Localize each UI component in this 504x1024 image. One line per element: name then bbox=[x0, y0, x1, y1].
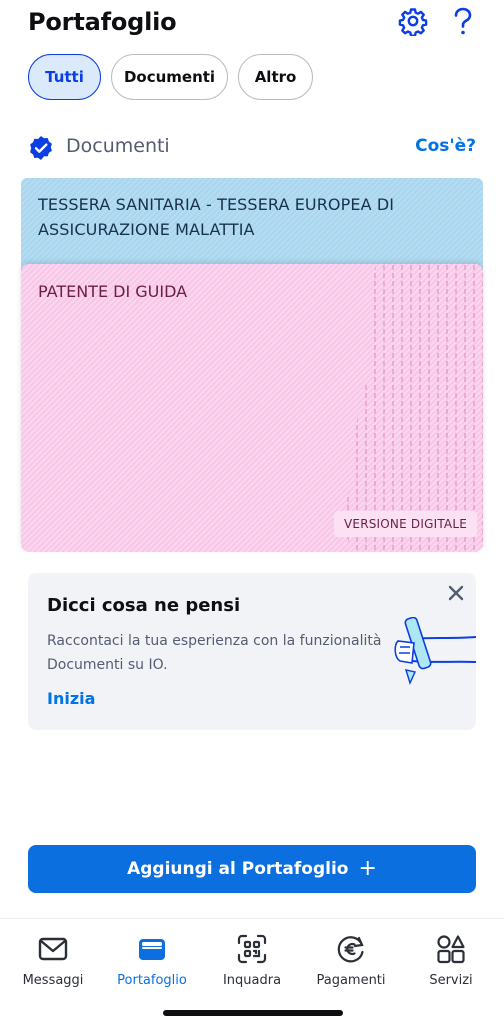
mail-icon bbox=[38, 937, 68, 961]
tab-payments[interactable]: Pagamenti bbox=[301, 933, 401, 993]
app-header: Portafoglio bbox=[0, 0, 504, 48]
health-card-title: TESSERA SANITARIA - TESSERA EUROPEA DI A… bbox=[38, 195, 395, 239]
help-question-icon[interactable] bbox=[448, 6, 478, 36]
health-insurance-card[interactable]: TESSERA SANITARIA - TESSERA EUROPEA DI A… bbox=[21, 178, 483, 278]
filter-chip-all[interactable]: Tutti bbox=[28, 54, 101, 100]
wallet-icon bbox=[139, 939, 165, 960]
add-to-wallet-label: Aggiungi al Portafoglio bbox=[127, 859, 349, 879]
filter-chip-documents[interactable]: Documenti bbox=[111, 54, 228, 100]
driving-licence-card[interactable]: PATENTE DI GUIDA VERSIONE DIGITALE bbox=[21, 264, 483, 552]
filter-chips: Tutti Documenti Altro bbox=[28, 54, 313, 100]
tab-wallet-label: Portafoglio bbox=[117, 973, 187, 988]
add-to-wallet-button[interactable]: Aggiungi al Portafoglio + bbox=[28, 845, 476, 893]
digital-version-badge: VERSIONE DIGITALE bbox=[334, 511, 477, 537]
section-title: Documenti bbox=[66, 135, 170, 157]
tab-scan-label: Inquadra bbox=[222, 973, 282, 988]
documents-section-header: Documenti Cos'è? bbox=[28, 132, 476, 164]
verified-badge-icon bbox=[28, 135, 54, 161]
licence-card-title: PATENTE DI GUIDA bbox=[38, 282, 188, 301]
tab-wallet[interactable]: Portafoglio bbox=[102, 933, 202, 993]
filter-chip-other[interactable]: Altro bbox=[238, 54, 313, 100]
tab-messages[interactable]: Messaggi bbox=[3, 933, 103, 993]
whats-this-link[interactable]: Cos'è? bbox=[415, 136, 476, 156]
tab-payments-label: Pagamenti bbox=[316, 973, 386, 988]
feedback-start-link[interactable]: Inizia bbox=[47, 689, 95, 708]
page-title: Portafoglio bbox=[28, 8, 177, 36]
tab-messages-label: Messaggi bbox=[22, 973, 84, 988]
tab-services-label: Servizi bbox=[429, 973, 473, 988]
feedback-banner: Dicci cosa ne pensi Raccontaci la tua es… bbox=[28, 573, 477, 730]
licence-card-pattern bbox=[344, 264, 483, 552]
tab-services[interactable]: Servizi bbox=[401, 933, 501, 993]
close-icon[interactable] bbox=[446, 583, 466, 603]
qr-scan-icon bbox=[237, 934, 267, 964]
home-indicator bbox=[163, 1010, 343, 1016]
feedback-pencil-hand-icon bbox=[390, 616, 477, 687]
feedback-description: Raccontaci la tua esperienza con la funz… bbox=[47, 633, 382, 673]
plus-icon: + bbox=[358, 856, 377, 881]
bottom-tab-bar: Messaggi Portafoglio Inquadra Pagamenti … bbox=[0, 918, 504, 1024]
euro-icon bbox=[337, 936, 364, 963]
tab-scan[interactable]: Inquadra bbox=[202, 933, 302, 993]
services-icon bbox=[437, 935, 465, 964]
feedback-title: Dicci cosa ne pensi bbox=[47, 595, 241, 616]
settings-gear-icon[interactable] bbox=[398, 6, 428, 37]
